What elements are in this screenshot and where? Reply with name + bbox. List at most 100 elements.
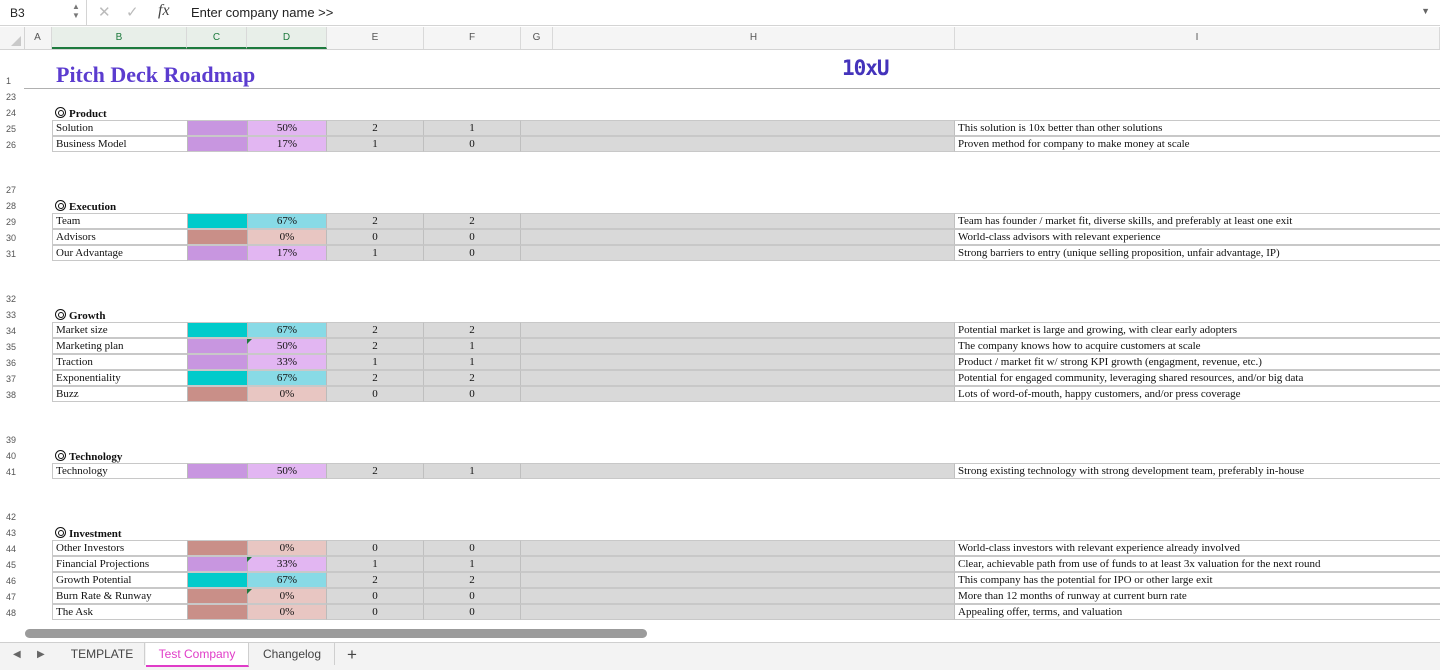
status-color-cell[interactable] (187, 322, 247, 338)
score-cell-f[interactable]: 0 (424, 229, 521, 245)
select-all-corner[interactable] (0, 27, 25, 49)
score-cell-e[interactable]: 0 (327, 386, 424, 402)
notes-band-cell[interactable] (521, 604, 955, 620)
item-label-cell[interactable]: Financial Projections (52, 556, 187, 572)
percent-cell[interactable]: 0% (247, 604, 327, 620)
section-header[interactable]: Growth (55, 308, 255, 322)
description-cell[interactable]: Appealing offer, terms, and valuation (955, 604, 1440, 620)
status-color-cell[interactable] (187, 556, 247, 572)
item-label-cell[interactable]: Marketing plan (52, 338, 187, 354)
tab-test-company[interactable]: Test Company (146, 643, 249, 667)
tab-template[interactable]: TEMPLATE (60, 643, 145, 665)
section-header[interactable]: Execution (55, 199, 255, 213)
notes-band-cell[interactable] (521, 540, 955, 556)
score-cell-f[interactable]: 1 (424, 556, 521, 572)
status-color-cell[interactable] (187, 245, 247, 261)
description-cell[interactable]: Product / market fit w/ strong KPI growt… (955, 354, 1440, 370)
percent-cell[interactable]: 0% (247, 540, 327, 556)
column-header-b[interactable]: B (52, 27, 187, 49)
section-header[interactable]: Investment (55, 526, 255, 540)
notes-band-cell[interactable] (521, 386, 955, 402)
percent-cell[interactable]: 0% (247, 386, 327, 402)
percent-cell[interactable]: 67% (247, 370, 327, 386)
description-cell[interactable]: More than 12 months of runway at current… (955, 588, 1440, 604)
description-cell[interactable]: Proven method for company to make money … (955, 136, 1440, 152)
score-cell-f[interactable]: 2 (424, 370, 521, 386)
score-cell-f[interactable]: 0 (424, 136, 521, 152)
status-color-cell[interactable] (187, 463, 247, 479)
notes-band-cell[interactable] (521, 588, 955, 604)
column-header-e[interactable]: E (327, 27, 424, 49)
score-cell-e[interactable]: 1 (327, 245, 424, 261)
column-header-h[interactable]: H (553, 27, 955, 49)
percent-cell[interactable]: 50% (247, 338, 327, 354)
score-cell-e[interactable]: 2 (327, 322, 424, 338)
description-cell[interactable]: World-class investors with relevant expe… (955, 540, 1440, 556)
item-label-cell[interactable]: Business Model (52, 136, 187, 152)
column-header-g[interactable]: G (521, 27, 553, 49)
percent-cell[interactable]: 50% (247, 463, 327, 479)
notes-band-cell[interactable] (521, 556, 955, 572)
notes-band-cell[interactable] (521, 370, 955, 386)
score-cell-f[interactable]: 2 (424, 213, 521, 229)
percent-cell[interactable]: 67% (247, 572, 327, 588)
notes-band-cell[interactable] (521, 136, 955, 152)
percent-cell[interactable]: 33% (247, 556, 327, 572)
status-color-cell[interactable] (187, 213, 247, 229)
sheet-title[interactable]: Pitch Deck Roadmap (56, 62, 255, 88)
tab-changelog[interactable]: Changelog (250, 643, 335, 665)
score-cell-f[interactable]: 1 (424, 463, 521, 479)
status-color-cell[interactable] (187, 540, 247, 556)
score-cell-e[interactable]: 1 (327, 136, 424, 152)
column-header-d[interactable]: D (247, 27, 327, 49)
name-box[interactable]: B3 ▲ ▼ (0, 0, 87, 25)
section-header[interactable]: Product (55, 106, 255, 120)
notes-band-cell[interactable] (521, 213, 955, 229)
status-color-cell[interactable] (187, 588, 247, 604)
notes-band-cell[interactable] (521, 120, 955, 136)
score-cell-f[interactable]: 0 (424, 604, 521, 620)
status-color-cell[interactable] (187, 370, 247, 386)
score-cell-f[interactable]: 2 (424, 572, 521, 588)
item-label-cell[interactable]: Our Advantage (52, 245, 187, 261)
item-label-cell[interactable]: Market size (52, 322, 187, 338)
column-header-c[interactable]: C (187, 27, 247, 49)
column-header-i[interactable]: I (955, 27, 1440, 49)
confirm-check-icon[interactable]: ✓ (126, 3, 139, 21)
notes-band-cell[interactable] (521, 463, 955, 479)
description-cell[interactable]: Team has founder / market fit, diverse s… (955, 213, 1440, 229)
description-cell[interactable]: This solution is 10x better than other s… (955, 120, 1440, 136)
score-cell-e[interactable]: 2 (327, 213, 424, 229)
description-cell[interactable]: World-class advisors with relevant exper… (955, 229, 1440, 245)
score-cell-e[interactable]: 2 (327, 463, 424, 479)
item-label-cell[interactable]: Traction (52, 354, 187, 370)
score-cell-e[interactable]: 0 (327, 540, 424, 556)
status-color-cell[interactable] (187, 120, 247, 136)
description-cell[interactable]: Strong barriers to entry (unique selling… (955, 245, 1440, 261)
next-sheet-icon[interactable]: ▶ (37, 649, 45, 660)
item-label-cell[interactable]: Team (52, 213, 187, 229)
horizontal-scrollbar[interactable] (25, 629, 647, 638)
notes-band-cell[interactable] (521, 338, 955, 354)
percent-cell[interactable]: 0% (247, 588, 327, 604)
notes-band-cell[interactable] (521, 245, 955, 261)
description-cell[interactable]: The company knows how to acquire custome… (955, 338, 1440, 354)
item-label-cell[interactable]: Burn Rate & Runway (52, 588, 187, 604)
function-icon[interactable]: fx (158, 2, 170, 20)
score-cell-e[interactable]: 0 (327, 588, 424, 604)
expand-formula-bar-icon[interactable]: ▼ (1421, 6, 1430, 16)
column-header-a[interactable]: A (24, 27, 52, 49)
item-label-cell[interactable]: Technology (52, 463, 187, 479)
item-label-cell[interactable]: Advisors (52, 229, 187, 245)
score-cell-e[interactable]: 1 (327, 354, 424, 370)
notes-band-cell[interactable] (521, 322, 955, 338)
notes-band-cell[interactable] (521, 354, 955, 370)
item-label-cell[interactable]: The Ask (52, 604, 187, 620)
percent-cell[interactable]: 33% (247, 354, 327, 370)
status-color-cell[interactable] (187, 386, 247, 402)
score-cell-e[interactable]: 2 (327, 338, 424, 354)
percent-cell[interactable]: 0% (247, 229, 327, 245)
score-cell-f[interactable]: 1 (424, 338, 521, 354)
status-color-cell[interactable] (187, 338, 247, 354)
item-label-cell[interactable]: Buzz (52, 386, 187, 402)
